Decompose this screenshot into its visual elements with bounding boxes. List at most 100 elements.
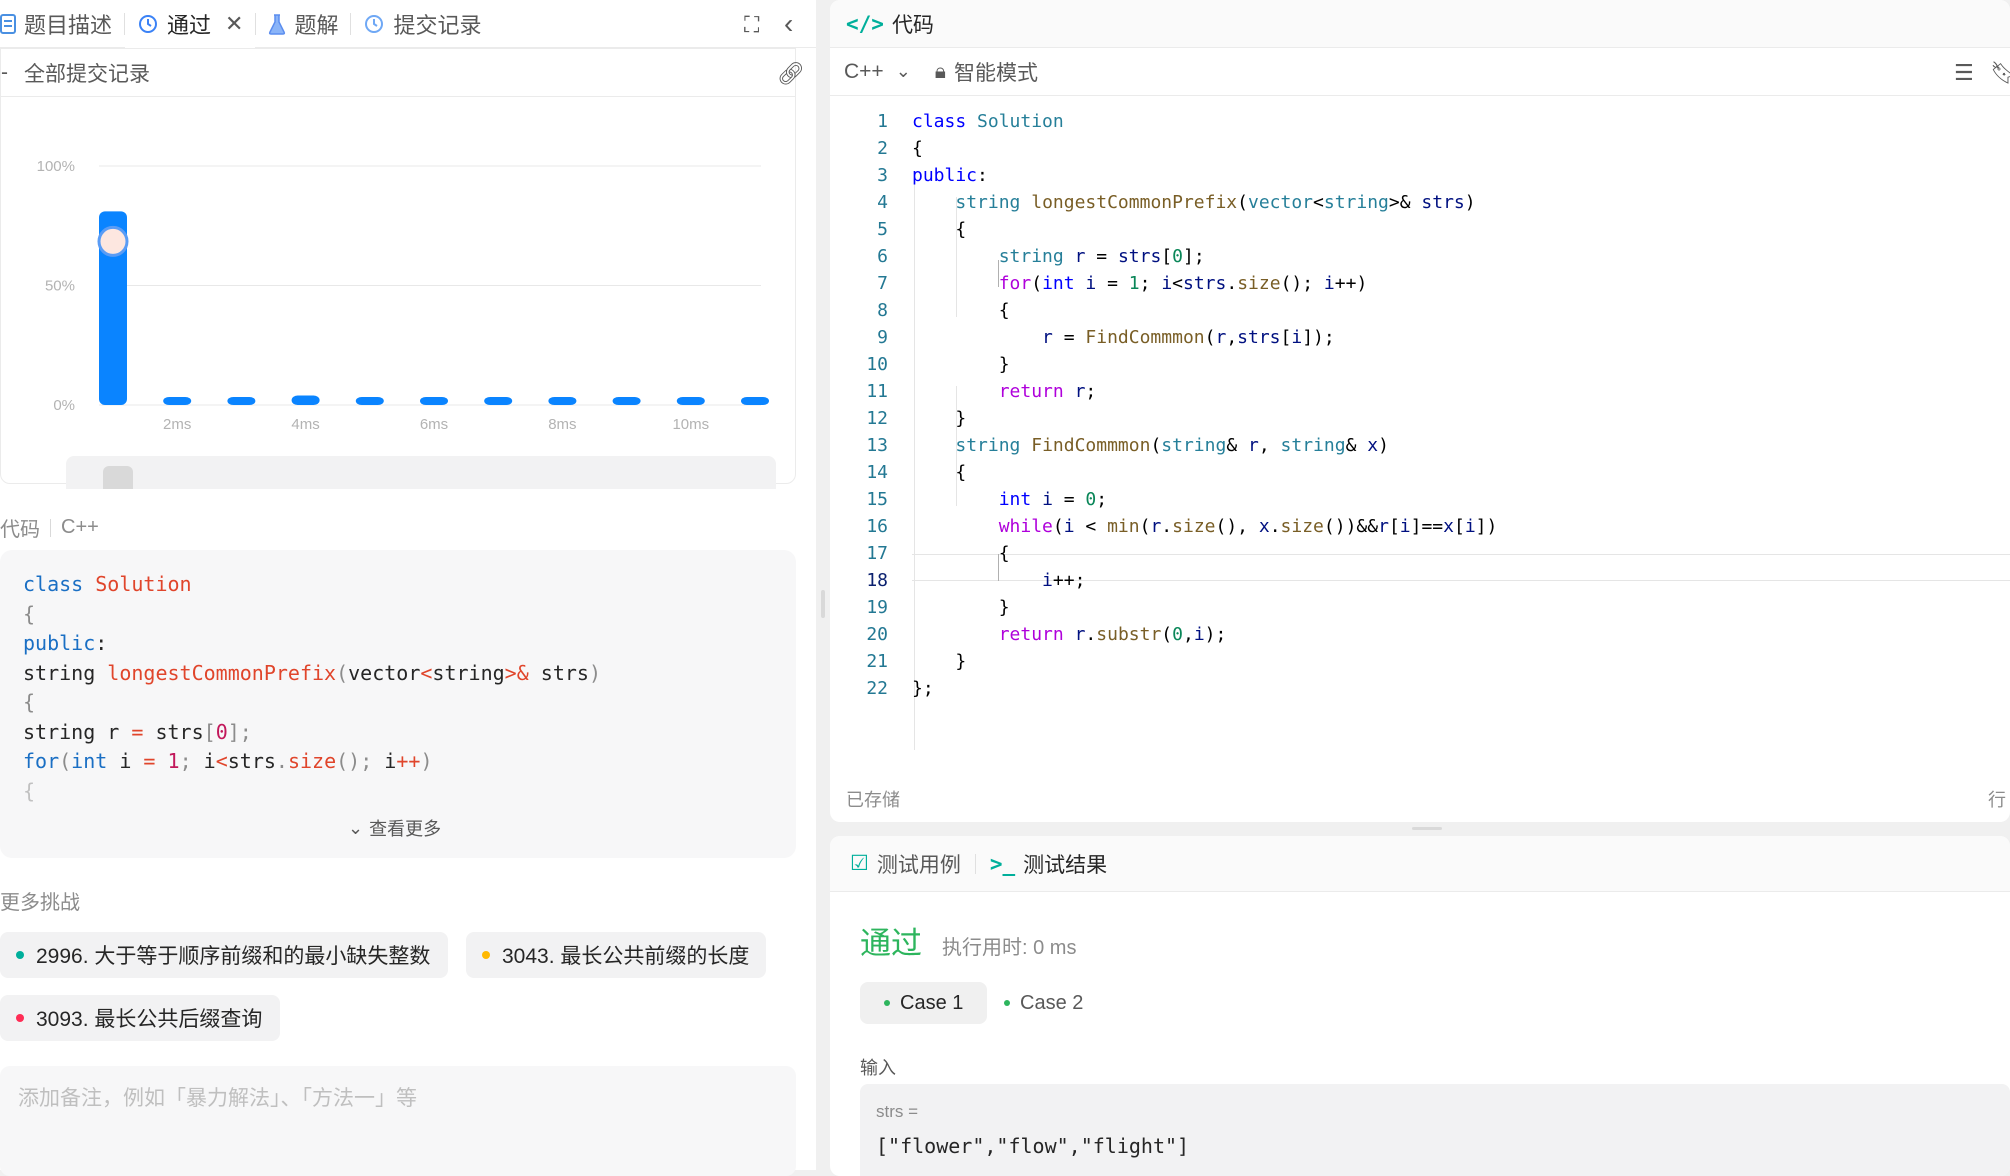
submissions-card: - 全部提交记录 🔗︎ 100%50%0%2ms4ms6ms8ms10ms2ms… — [0, 48, 805, 489]
code-line: { — [912, 138, 923, 159]
left-tabbar: 题目描述 通过 ✕ 题解 提交记录 ⛶ ‹ — [0, 0, 816, 48]
code-line: }; — [912, 678, 934, 699]
code-line: } — [912, 597, 1010, 618]
input-var-name: strs = — [876, 1102, 919, 1121]
challenge-3043[interactable]: 3043. 最长公共前缀的长度 — [466, 932, 766, 978]
tab-testresult[interactable]: >_ 测试结果 — [990, 849, 1107, 879]
difficulty-dot — [482, 951, 490, 959]
line-number: 19 — [866, 597, 888, 618]
lock-icon: 🔒︎ — [934, 59, 946, 83]
link-icon[interactable]: 🔗︎ — [777, 61, 805, 87]
code-line: return r; — [998, 381, 1097, 402]
chevron-down-icon: ⌄ — [895, 61, 911, 81]
line-number: 3 — [877, 165, 888, 186]
tab-testcases[interactable]: ☑ 测试用例 — [850, 849, 961, 879]
x-tick-label: 6ms — [420, 416, 448, 433]
line-number: 14 — [866, 462, 888, 483]
checkbox-icon: ☑ — [850, 852, 869, 875]
line-number: 12 — [866, 408, 888, 429]
code-line: { — [23, 690, 36, 714]
code-line: class Solution — [23, 572, 192, 596]
code-line: class Solution — [912, 111, 1064, 132]
chart-bar — [676, 397, 705, 405]
line-number: 2 — [877, 138, 888, 159]
mode-toggle[interactable]: 🔒︎ 智能模式 — [935, 57, 1038, 87]
challenge-label: 2996. 大于等于顺序前缀和的最小缺失整数 — [36, 945, 431, 968]
case-1-button[interactable]: Case 1 — [860, 982, 988, 1024]
result-tabbar: ☑ 测试用例 >_ 测试结果 — [830, 836, 2010, 892]
editor-titlebar: </> 代码 — [830, 0, 2010, 48]
runtime-text: 执行用时: 0 ms — [942, 937, 1077, 959]
mode-label: 智能模式 — [953, 61, 1038, 85]
code-line: string longestCommonPrefix(vector<string… — [23, 660, 602, 685]
chart-bar — [548, 397, 577, 405]
chart-bar — [612, 397, 641, 405]
code-line: { — [23, 601, 36, 626]
tab-description-label: 题目描述 — [24, 12, 113, 38]
tab-solutions[interactable]: 题解 — [256, 0, 350, 48]
code-editor[interactable]: 1 2 3 4 5 6 7 8 9 10 11 12 13 14 15 16 17 18 19 20 21 22 clas… — [830, 108, 2010, 750]
chart-bar — [484, 397, 513, 405]
x-tick-label: 2ms — [163, 416, 191, 433]
tab-testresult-label: 测试结果 — [1023, 853, 1108, 877]
submissions-header: - 全部提交记录 🔗︎ — [1, 49, 805, 97]
code-line: { — [23, 778, 36, 803]
code-line: { — [912, 219, 967, 240]
chart-bar — [741, 397, 769, 405]
y-tick-label: 50% — [45, 278, 75, 295]
editor-panel: </> 代码 C++ ⌄ 🔒︎ 智能模式 ☰ 🔖︎ 1 2 3 4 5 6 7 8 9 10 11 1… — [830, 0, 2010, 822]
code-body: class Solution { public: string longestC… — [912, 108, 1497, 702]
fullscreen-icon[interactable]: ⛶ — [744, 12, 759, 38]
challenge-label: 3093. 最长公共后缀查询 — [36, 1008, 263, 1031]
tab-submissions[interactable]: 提交记录 — [351, 0, 493, 48]
divider — [974, 853, 976, 874]
note-textarea[interactable]: 添加备注，例如「暴力解法」、「方法一」等 — [0, 1066, 796, 1176]
case-2-button[interactable]: Case 2 — [980, 982, 1107, 1024]
flask-icon — [268, 13, 286, 35]
bookmark-icon[interactable]: 🔖︎ — [1990, 60, 2010, 86]
tab-accepted[interactable]: 通过 ✕ — [125, 0, 256, 48]
code-line: string FindCommmon(string& r, string& x) — [955, 435, 1389, 456]
input-label: 输入 — [860, 1058, 896, 1078]
tab-submissions-label: 提交记录 — [393, 12, 482, 38]
range-handle — [103, 466, 133, 489]
tab-solutions-label: 题解 — [294, 12, 339, 38]
y-tick-label: 100% — [37, 158, 75, 175]
x-tick-label: 8ms — [548, 416, 576, 433]
code-line: r = FindCommmon(r,strs[i]); — [1042, 327, 1335, 348]
drag-handle[interactable] — [821, 590, 825, 618]
view-more-button[interactable]: ⌄ 查看更多 — [348, 815, 441, 841]
challenge-3093[interactable]: 3093. 最长公共后缀查询 — [0, 995, 280, 1041]
status-dot — [884, 1000, 890, 1006]
case-2-label: Case 2 — [1020, 991, 1084, 1014]
y-tick-label: 0% — [53, 397, 75, 414]
code-icon: </> — [846, 11, 884, 36]
format-icon[interactable]: ☰ — [1954, 60, 1974, 86]
challenge-2996[interactable]: 2996. 大于等于顺序前缀和的最小缺失整数 — [0, 932, 448, 978]
row-indicator: 行 — [1988, 790, 2006, 810]
minus-icon[interactable]: - — [1, 61, 8, 85]
code-line: } — [912, 408, 967, 429]
drag-handle[interactable] — [1412, 827, 1442, 830]
saved-status: 已存储 — [846, 790, 900, 810]
tab-description[interactable]: 题目描述 — [0, 0, 124, 48]
code-line: string longestCommonPrefix(vector<string… — [955, 192, 1476, 213]
line-number: 9 — [877, 327, 888, 348]
line-number: 5 — [877, 219, 888, 240]
horizontal-splitter[interactable] — [830, 822, 2010, 836]
input-var-value: ["flower","flow","flight"] — [876, 1134, 1190, 1158]
right-panel: </> 代码 C++ ⌄ 🔒︎ 智能模式 ☰ 🔖︎ 1 2 3 4 5 6 7 8 9 10 11 1… — [830, 0, 2010, 1176]
line-number: 11 — [866, 381, 888, 402]
language-select[interactable]: C++ ⌄ — [844, 60, 911, 84]
collapse-left-icon[interactable]: ‹ — [784, 8, 793, 40]
terminal-icon: >_ — [989, 851, 1016, 876]
chevron-down-icon: ⌄ — [348, 817, 364, 838]
case-1-label: Case 1 — [900, 991, 964, 1014]
difficulty-dot — [16, 951, 24, 959]
line-number: 20 — [866, 624, 888, 645]
avatar — [97, 225, 129, 257]
code-line: } — [912, 354, 1010, 375]
vertical-splitter[interactable] — [816, 0, 830, 1170]
close-icon[interactable]: ✕ — [225, 11, 243, 37]
line-number: 4 — [877, 192, 888, 213]
